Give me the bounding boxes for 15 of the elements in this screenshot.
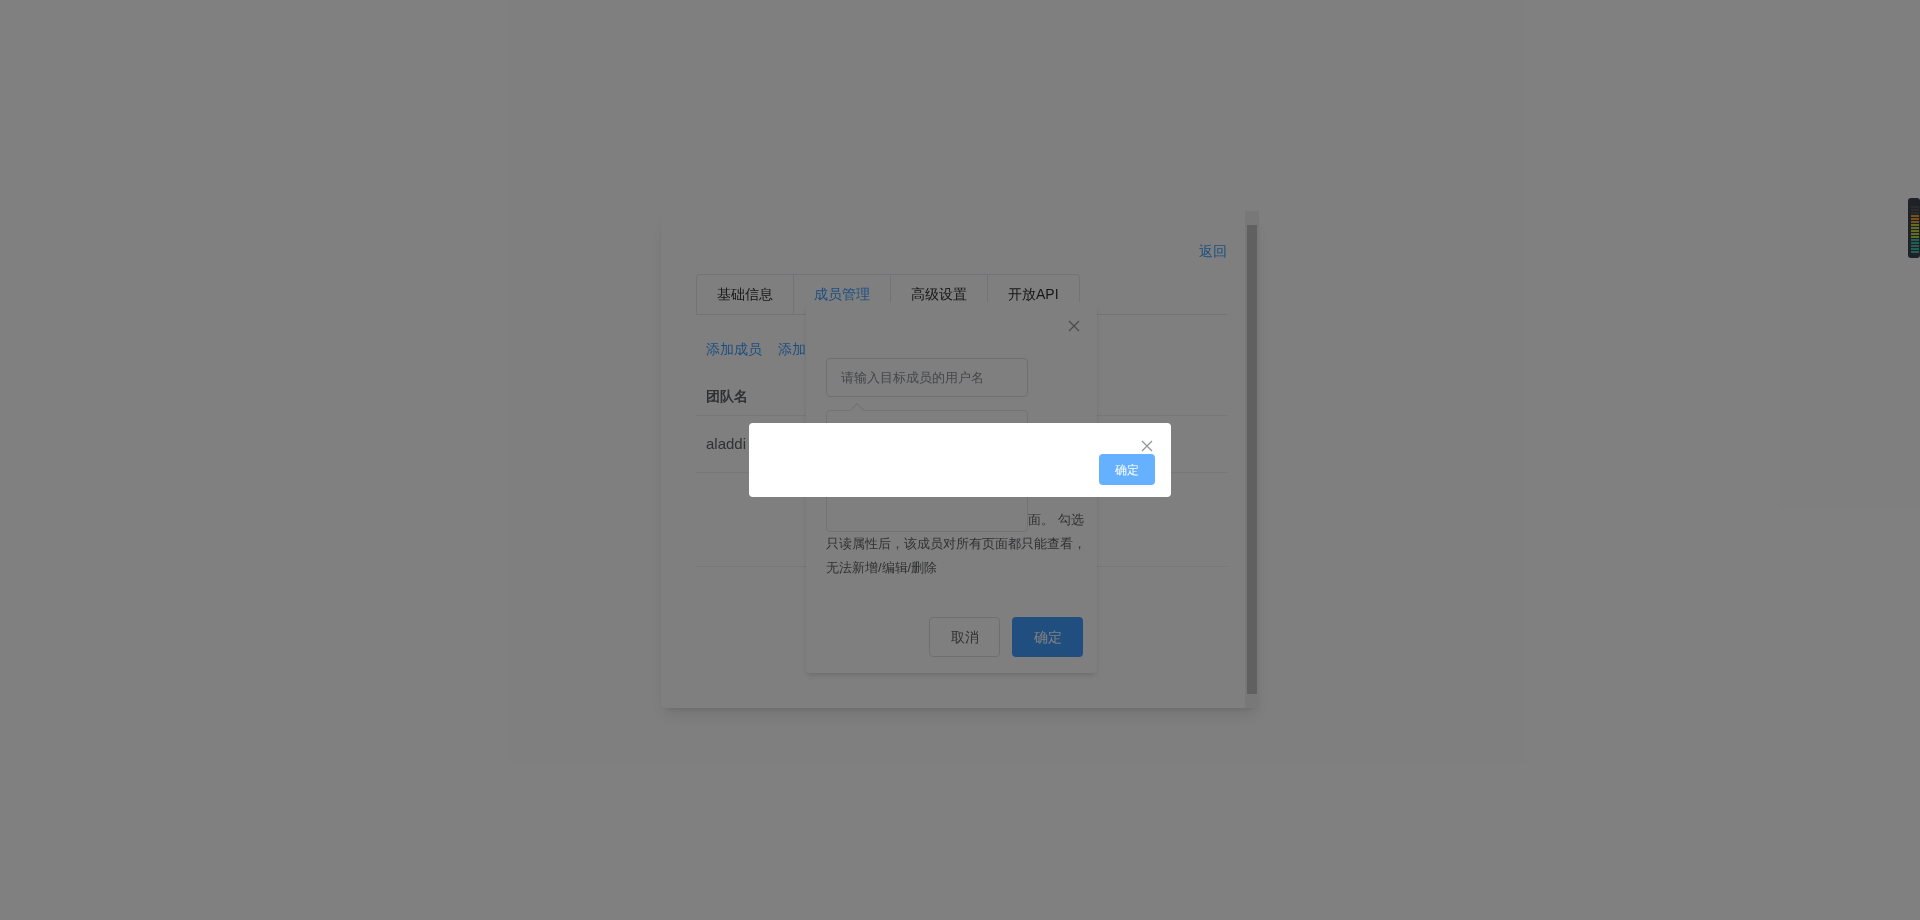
add-link[interactable]: 添加: [778, 339, 806, 360]
column-header: 团队名: [706, 387, 748, 406]
close-icon[interactable]: [1068, 320, 1080, 332]
back-link[interactable]: 返回: [1199, 241, 1227, 262]
confirm-button[interactable]: 确定: [1012, 617, 1083, 657]
scrollbar[interactable]: [1245, 211, 1259, 708]
note-fragment: 面。 勾选: [1028, 511, 1084, 529]
add-link[interactable]: 添加成员: [706, 339, 762, 360]
cancel-button[interactable]: 取消: [929, 617, 1000, 657]
close-icon[interactable]: [1141, 440, 1153, 452]
note-text: 只读属性后，该成员对所有页面都只能查看，: [826, 535, 1086, 553]
table-cell-text: aladdi: [706, 433, 747, 454]
note-text: 无法新增/编辑/删除: [826, 559, 938, 577]
level-meter-icon[interactable]: [1908, 198, 1920, 258]
confirm-button[interactable]: 确定: [1099, 454, 1155, 485]
